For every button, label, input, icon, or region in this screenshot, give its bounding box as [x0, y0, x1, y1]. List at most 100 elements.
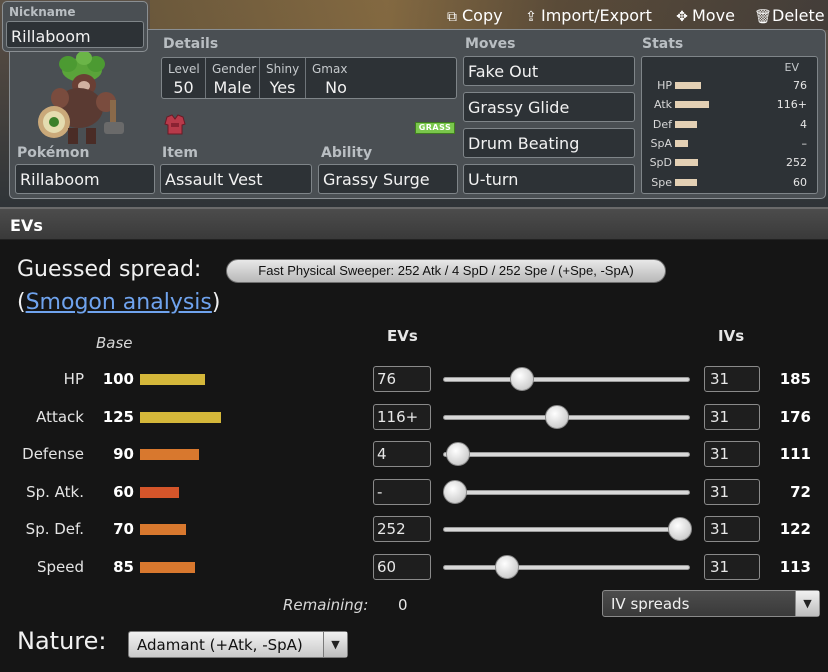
stat-row-sp-atk: Sp. Atk. 60 - 31 72	[0, 477, 828, 507]
stats-row: Atk 116+	[653, 98, 807, 111]
ev-slider[interactable]	[443, 452, 690, 457]
stat-bar	[675, 101, 709, 108]
base-stat-bar	[140, 374, 205, 385]
remaining-value: 0	[398, 596, 408, 614]
item-label: Item	[162, 145, 198, 161]
ability-label: Ability	[321, 145, 373, 161]
move-3-input[interactable]: Drum Beating	[463, 128, 635, 158]
ability-input[interactable]: Grassy Surge	[318, 164, 458, 194]
trash-icon: 🗑	[754, 9, 772, 25]
stats-row: HP 76	[657, 79, 807, 92]
stat-total: 185	[779, 370, 811, 388]
type-badge-grass: GRASS	[415, 122, 455, 134]
iv-input[interactable]: 31	[704, 516, 760, 542]
move-2-input[interactable]: Grassy Glide	[463, 92, 635, 122]
ev-slider-handle[interactable]	[510, 367, 535, 391]
pokemon-sprite[interactable]	[24, 50, 144, 150]
details-label: Details	[163, 36, 219, 52]
base-stat-bar	[140, 524, 186, 535]
ev-input[interactable]: 4	[373, 441, 431, 467]
ev-input[interactable]: -	[373, 479, 431, 505]
copy-button[interactable]: ⧉ Copy	[444, 6, 503, 25]
stat-row-hp: HP 100 76 31 185	[0, 364, 828, 394]
stat-row-defense: Defense 90 4 31 111	[0, 439, 828, 469]
nickname-label: Nickname	[9, 5, 76, 19]
nickname-box: Nickname Rillaboom	[2, 1, 148, 52]
ev-input[interactable]: 252	[373, 516, 431, 542]
ev-slider[interactable]	[443, 527, 690, 532]
import-export-button[interactable]: ⇪ Import/Export	[523, 6, 652, 25]
stat-row-sp-def: Sp. Def. 70 252 31 122	[0, 514, 828, 544]
chevron-down-icon: ▼	[795, 591, 819, 616]
stat-total: 111	[779, 445, 811, 463]
ev-slider[interactable]	[443, 377, 690, 382]
stat-name: Attack	[36, 408, 84, 426]
iv-input[interactable]: 31	[704, 479, 760, 505]
ev-slider-handle[interactable]	[443, 480, 468, 504]
ev-input[interactable]: 116+	[373, 404, 431, 430]
details-button[interactable]: Level 50 Gender Male Shiny Yes Gmax No	[161, 57, 457, 99]
ev-slider[interactable]	[443, 565, 690, 570]
upload-icon: ⇪	[525, 9, 537, 25]
base-stat-bar	[140, 449, 199, 460]
stat-name: Defense	[22, 445, 84, 463]
iv-input[interactable]: 31	[704, 441, 760, 467]
stats-row: Spe 60	[651, 176, 807, 189]
gender-value: Male	[213, 78, 252, 97]
ev-slider-handle[interactable]	[445, 442, 470, 466]
move-button[interactable]: ✥ Move	[674, 6, 735, 25]
ev-input[interactable]: 60	[373, 554, 431, 580]
ev-slider-handle[interactable]	[544, 405, 569, 429]
stat-bar	[675, 82, 701, 89]
guessed-spread-button[interactable]: Fast Physical Sweeper: 252 Atk / 4 SpD /…	[226, 259, 666, 283]
item-input[interactable]: Assault Vest	[160, 164, 312, 194]
moves-label: Moves	[465, 36, 516, 52]
nature-select[interactable]: Adamant (+Atk, -SpA) ▼	[128, 631, 348, 658]
pokemon-input[interactable]: Rillaboom	[15, 164, 155, 194]
evs-section-header: EVs	[0, 207, 828, 240]
nature-label: Nature:	[17, 627, 107, 655]
stat-bar	[675, 179, 697, 186]
shiny-label: Shiny	[266, 62, 300, 76]
base-stat: 90	[113, 445, 134, 463]
stat-name: Speed	[36, 558, 84, 576]
assault-vest-icon	[164, 114, 186, 135]
gmax-label: Gmax	[312, 62, 348, 76]
level-label: Level	[168, 62, 200, 76]
smogon-analysis-link[interactable]: Smogon analysis	[26, 290, 212, 315]
stat-total: 176	[779, 408, 811, 426]
stats-label: Stats	[642, 36, 684, 52]
stats-ev-header: EV	[784, 61, 799, 74]
base-stat: 70	[113, 520, 134, 538]
stat-total: 72	[790, 483, 811, 501]
shiny-cell: Shiny Yes	[260, 58, 306, 98]
base-stat-bar	[140, 562, 195, 573]
stat-bar	[675, 140, 688, 147]
ev-slider[interactable]	[443, 490, 690, 495]
stats-button[interactable]: EV HP 76 Atk 116+ Def 4 SpA – SpD 252 Sp…	[641, 56, 818, 194]
iv-input[interactable]: 31	[704, 404, 760, 430]
iv-input[interactable]: 31	[704, 554, 760, 580]
base-stat: 85	[113, 558, 134, 576]
ev-slider-handle[interactable]	[668, 517, 693, 541]
gmax-cell: Gmax No	[306, 58, 366, 98]
iv-input[interactable]: 31	[704, 366, 760, 392]
stat-total: 113	[779, 558, 811, 576]
level-cell: Level 50	[162, 58, 206, 98]
delete-button[interactable]: 🗑Delete	[754, 6, 825, 25]
stat-name: Sp. Atk.	[26, 483, 84, 501]
stat-row-attack: Attack 125 116+ 31 176	[0, 402, 828, 432]
stat-name: HP	[63, 370, 84, 388]
stat-bar	[675, 121, 697, 128]
nickname-input[interactable]: Rillaboom	[6, 21, 144, 48]
iv-spreads-select[interactable]: IV spreads ▼	[602, 590, 820, 617]
ev-slider-handle[interactable]	[495, 555, 520, 579]
ivs-column-header: IVs	[718, 327, 745, 345]
move-1-input[interactable]: Fake Out	[463, 56, 635, 86]
gender-label: Gender	[212, 62, 257, 76]
evs-column-header: EVs	[387, 327, 418, 345]
stat-total: 122	[779, 520, 811, 538]
ev-input[interactable]: 76	[373, 366, 431, 392]
gmax-value: No	[325, 78, 347, 97]
move-4-input[interactable]: U-turn	[463, 164, 635, 194]
